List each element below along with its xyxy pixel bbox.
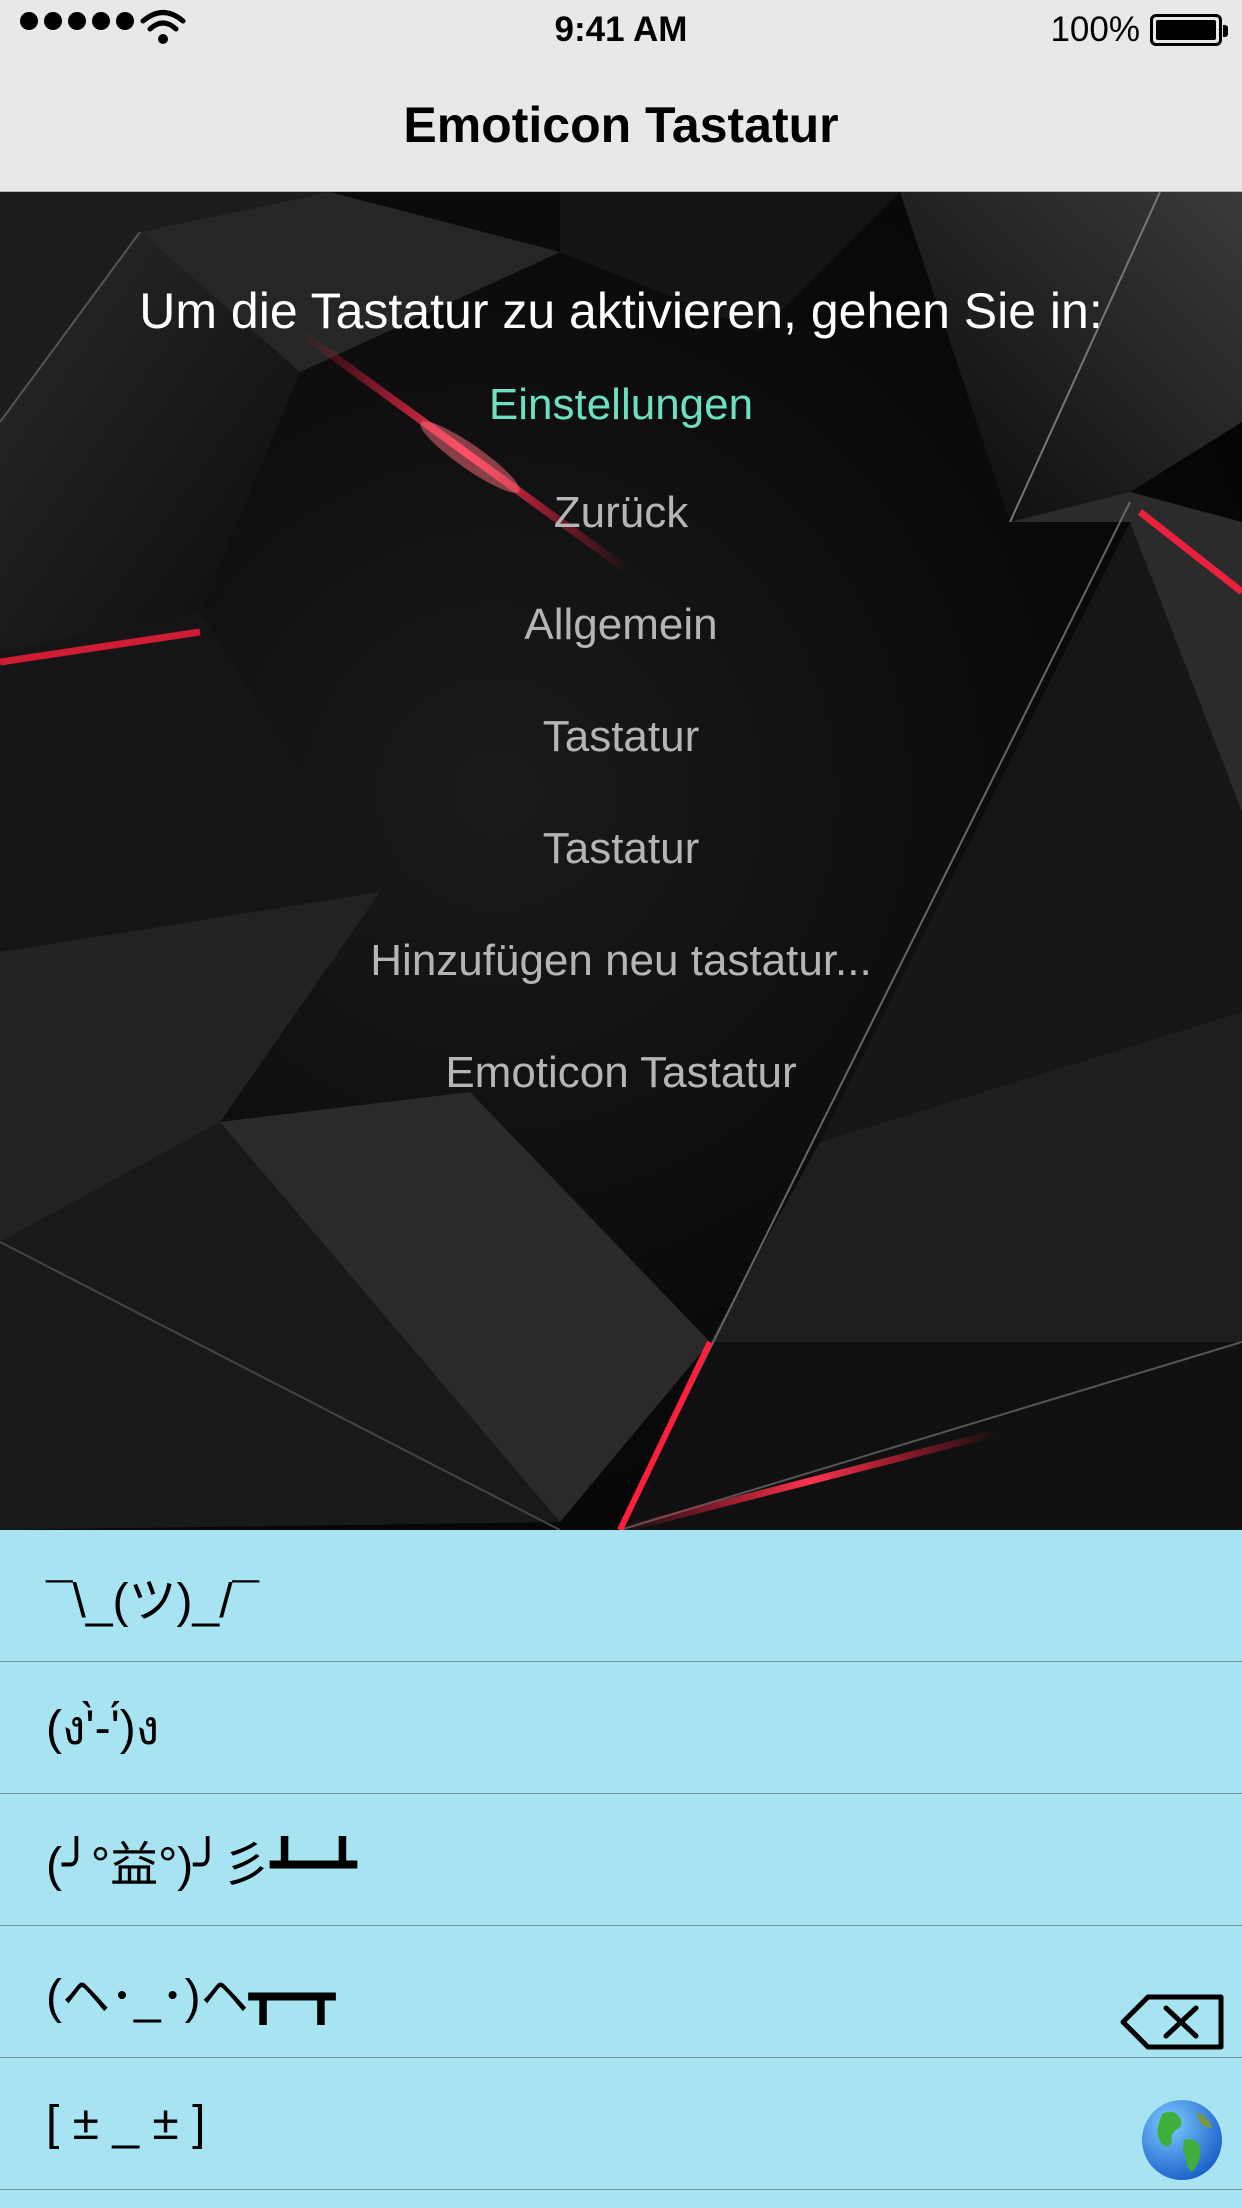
emoticon-label: ¯\_(ツ)_/¯ <box>46 1574 260 1628</box>
step-add-new-keyboard: Hinzufügen neu tastatur... <box>370 936 872 985</box>
battery-icon <box>1150 14 1228 46</box>
emoticon-key[interactable]: [ ± _ ± ] <box>0 2058 1242 2190</box>
battery-percent: 100% <box>1050 10 1140 49</box>
globe-icon[interactable] <box>1140 2098 1224 2182</box>
battery-status: 100% <box>1050 10 1228 50</box>
emoticon-key[interactable]: (ヘ･_･)ヘ┳━┳ <box>0 1926 1242 2058</box>
backspace-icon[interactable] <box>1120 1994 1224 2050</box>
emoticon-label: (ง'̀-'́)ง <box>46 1701 160 1755</box>
page-title: Emoticon Tastatur <box>403 97 839 153</box>
instructions-title: Um die Tastatur zu aktivieren, gehen Sie… <box>139 283 1103 339</box>
status-bar: 9:41 AM 100% <box>0 0 1242 62</box>
settings-link[interactable]: Einstellungen <box>0 380 1242 430</box>
emoticon-key[interactable]: (╯°益°)╯彡┻━┻ <box>0 1794 1242 1926</box>
emoticon-label: [ ± _ ± ] <box>46 2097 206 2150</box>
emoticon-key[interactable]: (ง'̀-'́)ง <box>0 1662 1242 1794</box>
step-keyboards: Tastatur <box>542 824 700 873</box>
emoticon-key[interactable]: ¯\_(ツ)_/¯ <box>0 1530 1242 1662</box>
emoticon-label: (ヘ･_･)ヘ┳━┳ <box>46 1970 336 2024</box>
step-keyboard: Tastatur <box>542 712 700 761</box>
instructions: Um die Tastatur zu aktivieren, gehen Sie… <box>0 282 1242 1098</box>
step-general: Allgemein <box>524 600 718 649</box>
step-back: Zurück <box>553 488 689 537</box>
background-image: Um die Tastatur zu aktivieren, gehen Sie… <box>0 192 1242 1530</box>
navigation-bar: Emoticon Tastatur <box>0 62 1242 192</box>
step-emoticon-keyboard: Emoticon Tastatur <box>445 1048 797 1097</box>
emoticon-keyboard: ¯\_(ツ)_/¯ (ง'̀-'́)ง (╯°益°)╯彡┻━┻ (ヘ･_･)ヘ┳… <box>0 1530 1242 2208</box>
emoticon-label: (╯°益°)╯彡┻━┻ <box>46 1838 357 1892</box>
